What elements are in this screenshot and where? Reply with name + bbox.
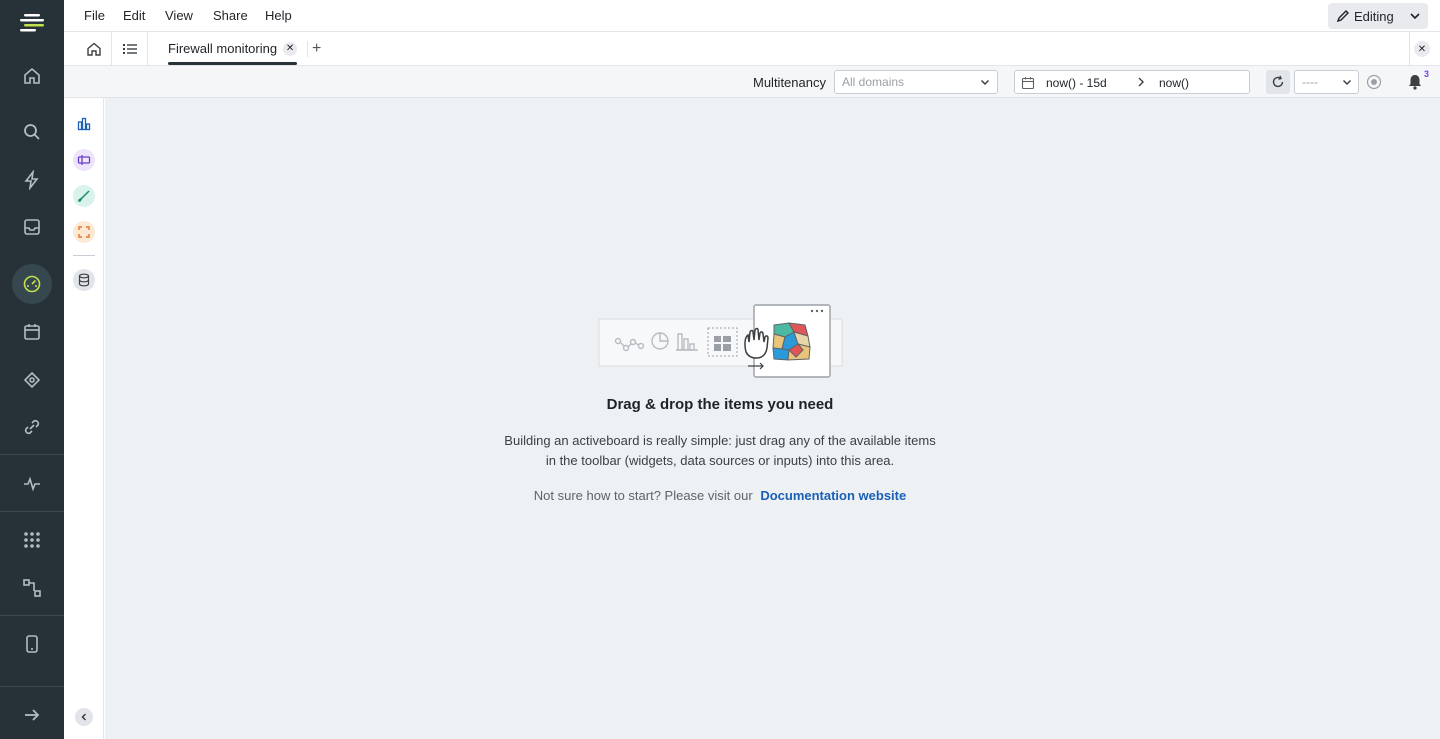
board-canvas[interactable]: Drag & drop the items you need Building … (105, 98, 1440, 739)
menu-edit[interactable]: Edit (123, 8, 145, 23)
record-icon[interactable] (1366, 74, 1382, 90)
flow-icon[interactable] (12, 568, 52, 608)
date-to[interactable]: now() (1159, 76, 1189, 90)
home-icon[interactable] (12, 56, 52, 96)
chevron-down-icon (1342, 79, 1352, 86)
refresh-interval-select[interactable]: ---- (1294, 70, 1359, 94)
chevron-down-icon (980, 79, 990, 86)
search-icon[interactable] (12, 112, 52, 152)
date-from[interactable]: now() - 15d (1046, 76, 1107, 90)
input-widget-icon[interactable] (73, 149, 95, 171)
multitenancy-label: Multitenancy (753, 75, 826, 90)
close-icon[interactable]: ✕ (283, 41, 298, 56)
date-range-picker[interactable]: now() - 15d now() (1014, 70, 1250, 94)
board-toolbar: Multitenancy All domains now() - 15d now… (64, 66, 1440, 98)
add-tab-button[interactable]: + (312, 40, 321, 58)
tab-firewall-monitoring[interactable]: Firewall monitoring ✕ (168, 32, 298, 65)
database-icon[interactable] (73, 269, 95, 291)
domain-select-value: All domains (842, 75, 905, 89)
tab-bar: Firewall monitoring ✕ + ✕ (64, 32, 1440, 66)
pulse-icon[interactable] (12, 464, 52, 504)
apps-grid-icon[interactable] (12, 520, 52, 560)
network-icon[interactable] (12, 360, 52, 400)
notification-bell-icon[interactable] (1406, 73, 1424, 91)
tab-label: Firewall monitoring (168, 41, 278, 56)
interval-select-value: ---- (1302, 75, 1318, 89)
empty-state-help: Not sure how to start? Please visit our … (105, 488, 1335, 503)
chevron-right-icon (1138, 77, 1144, 87)
help-text: Not sure how to start? Please visit our (533, 488, 753, 503)
link-icon[interactable] (12, 407, 52, 447)
home-icon (87, 42, 101, 56)
menu-file[interactable]: File (84, 8, 105, 23)
menu-share[interactable]: Share (213, 8, 248, 23)
dashboard-icon[interactable] (12, 264, 52, 304)
list-tab-button[interactable] (112, 32, 148, 65)
calendar-icon (1021, 77, 1035, 90)
collapse-icon[interactable] (75, 708, 93, 726)
pencil-icon (1336, 10, 1349, 23)
chart-widget-icon[interactable] (73, 113, 95, 135)
domain-select[interactable]: All domains (834, 70, 998, 94)
empty-state-description: Building an activeboard is really simple… (504, 433, 936, 468)
menu-view[interactable]: View (165, 8, 193, 23)
editing-mode-button[interactable]: Editing (1328, 3, 1428, 29)
mobile-icon[interactable] (12, 624, 52, 664)
home-tab-button[interactable] (76, 32, 112, 65)
menu-bar: File Edit View Share Help Editing (64, 0, 1440, 32)
documentation-link[interactable]: Documentation website (760, 488, 906, 503)
brush-widget-icon[interactable] (73, 185, 95, 207)
expand-icon[interactable] (12, 695, 52, 735)
drag-drop-illustration (598, 304, 843, 378)
chevron-down-icon (1410, 13, 1420, 20)
editing-label: Editing (1354, 8, 1394, 24)
logo-icon[interactable] (18, 12, 46, 36)
left-navigation (0, 0, 64, 739)
frame-widget-icon[interactable] (73, 221, 95, 243)
calendar-icon[interactable] (12, 312, 52, 352)
menu-help[interactable]: Help (265, 8, 292, 23)
notification-count-badge: 3 (1424, 69, 1430, 79)
close-panel-icon[interactable]: ✕ (1414, 41, 1430, 57)
list-icon (123, 43, 137, 54)
refresh-icon (1272, 75, 1284, 88)
empty-state-title: Drag & drop the items you need (606, 396, 834, 413)
inbox-icon[interactable] (12, 207, 52, 247)
bolt-icon[interactable] (12, 160, 52, 200)
refresh-button[interactable] (1266, 70, 1290, 94)
widget-toolbar (64, 98, 104, 739)
